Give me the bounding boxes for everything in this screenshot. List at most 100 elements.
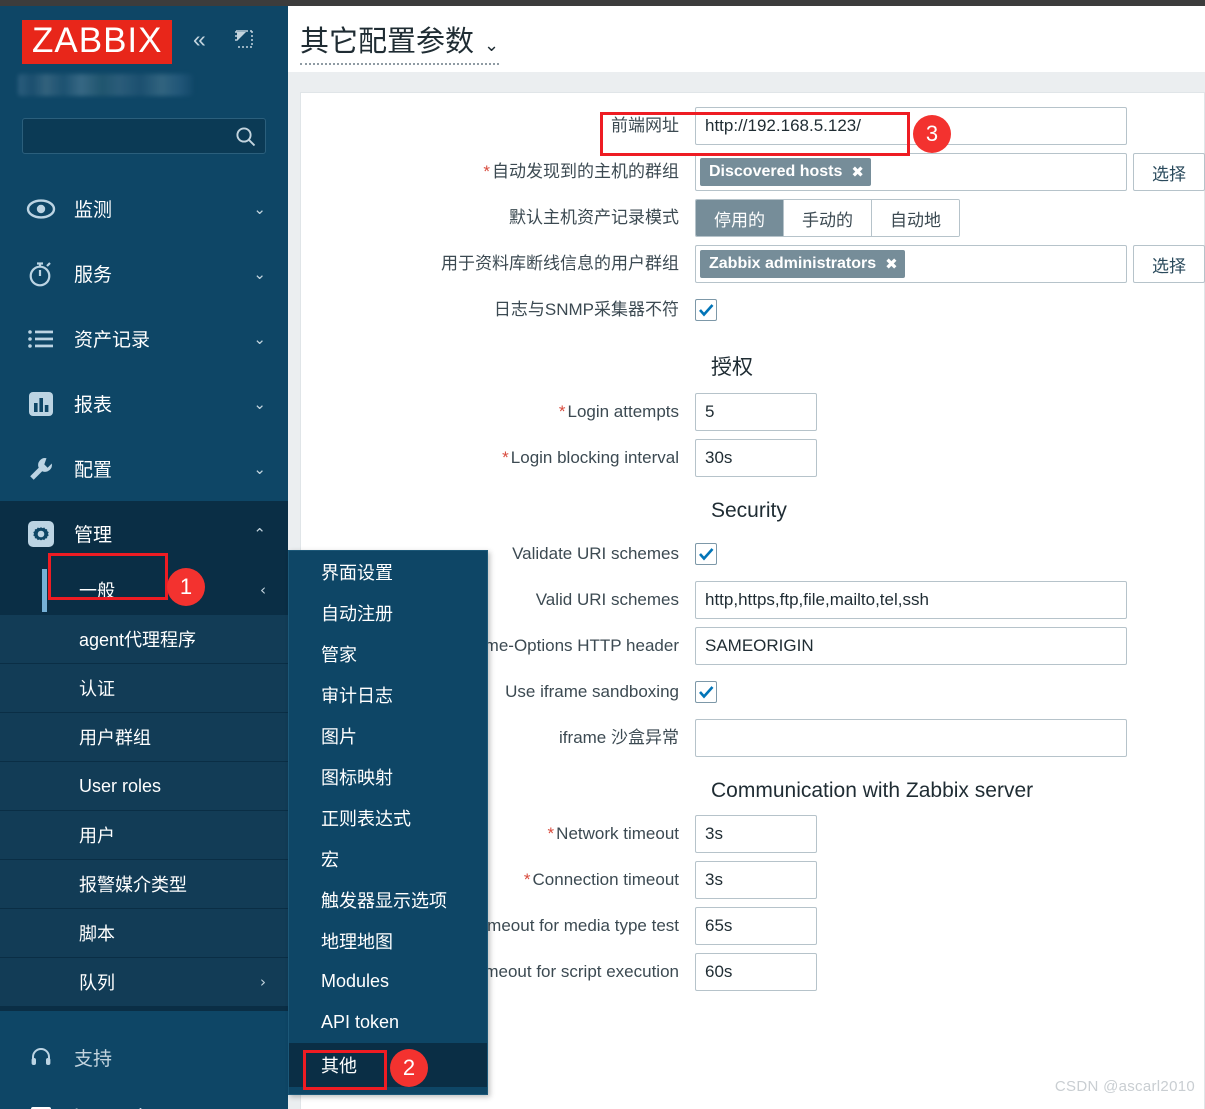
select-discovered-group-button[interactable]: 选择 (1133, 153, 1205, 191)
field-label: *自动发现到的主机的群组 (301, 153, 695, 191)
script-execution-timeout-input[interactable] (695, 953, 817, 991)
required-marker: * (524, 870, 531, 889)
field-label-text: Network timeout (556, 824, 679, 843)
page-title[interactable]: 其它配置参数 ⌄ (300, 18, 499, 65)
valid-uri-schemes-input[interactable] (695, 581, 1127, 619)
sidebar-item-configuration[interactable]: 配置 ⌄ (0, 436, 288, 501)
chevron-right-icon: › (260, 973, 266, 991)
flyout-item-other[interactable]: 其他 (289, 1043, 487, 1087)
sidebar-item-monitoring[interactable]: 监测 ⌄ (0, 176, 288, 241)
inventory-mode-option-automatic[interactable]: 自动地 (872, 200, 959, 236)
sidebar-item-label: 管理 (74, 520, 253, 547)
section-heading-security: Security (711, 499, 1205, 523)
required-marker: * (559, 402, 566, 421)
snmp-mismatch-checkbox[interactable] (695, 299, 717, 321)
sidebar-item-label: 报表 (74, 390, 253, 417)
form-row-db-down-group: 用于资料库断线信息的用户群组 Zabbix administrators ✖ 选… (301, 245, 1205, 283)
field-label: 日志与SNMP采集器不符 (301, 291, 695, 329)
network-timeout-input[interactable] (695, 815, 817, 853)
flyout-item-modules[interactable]: Modules (289, 961, 487, 1002)
inventory-mode-option-disabled[interactable]: 停用的 (696, 200, 784, 236)
annotation-badge-3: 3 (913, 115, 951, 153)
sidebar-item-label: 服务 (74, 260, 253, 287)
inventory-mode-option-manual[interactable]: 手动的 (784, 200, 872, 236)
required-marker: * (483, 162, 490, 181)
login-blocking-interval-input[interactable] (695, 439, 817, 477)
sidebar-item-scripts[interactable]: 脚本 (0, 909, 288, 958)
use-iframe-sandboxing-checkbox[interactable] (695, 681, 717, 703)
flyout-item-icon-mapping[interactable]: 图标映射 (289, 756, 487, 797)
sidebar-subitem-label: agent代理程序 (79, 626, 196, 652)
headset-icon (24, 1040, 58, 1074)
sidebar-item-queue[interactable]: 队列 › (0, 958, 288, 1007)
flyout-item-gui[interactable]: 界面设置 (289, 551, 487, 592)
sidebar-subitem-label: 一般 (79, 577, 115, 603)
discovered-group-multiselect[interactable]: Discovered hosts ✖ (695, 153, 1127, 191)
flyout-item-macros[interactable]: 宏 (289, 838, 487, 879)
sidebar-item-media-types[interactable]: 报警媒介类型 (0, 860, 288, 909)
flyout-item-images[interactable]: 图片 (289, 715, 487, 756)
sidebar-item-services[interactable]: 服务 ⌄ (0, 241, 288, 306)
required-marker: * (502, 448, 509, 467)
sidebar-item-user-roles[interactable]: User roles (0, 762, 288, 811)
xframe-options-header-input[interactable] (695, 627, 1127, 665)
flyout-item-housekeeping[interactable]: 管家 (289, 633, 487, 674)
db-down-group-multiselect[interactable]: Zabbix administrators ✖ (695, 245, 1127, 283)
sidebar-item-users[interactable]: 用户 (0, 811, 288, 860)
sidebar-item-user-groups[interactable]: 用户群组 (0, 713, 288, 762)
sidebar-item-label: 支持 (74, 1044, 288, 1071)
sidebar-subitem-label: User roles (79, 776, 161, 797)
eye-icon (24, 192, 58, 226)
flyout-item-trigger-displaying-options[interactable]: 触发器显示选项 (289, 879, 487, 920)
flyout-item-api-tokens[interactable]: API token (289, 1002, 487, 1043)
chevron-left-icon: ‹ (260, 581, 266, 599)
sidebar-item-support[interactable]: 支持 (0, 1027, 288, 1087)
iframe-sandbox-exceptions-input[interactable] (695, 719, 1127, 757)
validate-uri-schemes-checkbox[interactable] (695, 543, 717, 565)
flyout-item-audit-log[interactable]: 审计日志 (289, 674, 487, 715)
sidebar-header: ZABBIX « (0, 6, 288, 78)
field-label-text: Login blocking interval (511, 448, 679, 467)
sidebar-item-inventory[interactable]: 资产记录 ⌄ (0, 306, 288, 371)
compact-view-icon[interactable] (233, 28, 255, 50)
chevron-down-icon[interactable]: ⌄ (484, 35, 499, 56)
connection-timeout-input[interactable] (695, 861, 817, 899)
field-label: 用于资料库断线信息的用户群组 (301, 245, 695, 283)
flyout-item-geographical-maps[interactable]: 地理地图 (289, 920, 487, 961)
flyout-item-regular-expressions[interactable]: 正则表达式 (289, 797, 487, 838)
login-attempts-input[interactable] (695, 393, 817, 431)
active-indicator (42, 569, 47, 612)
chip-label: Zabbix administrators (709, 255, 876, 273)
stopwatch-icon (24, 257, 58, 291)
sidebar-admin-submenu: 一般 ‹ agent代理程序 认证 用户群组 User roles 用户 (0, 566, 288, 1011)
section-heading-communication: Communication with Zabbix server (711, 779, 1205, 803)
field-label: 默认主机资产记录模式 (301, 199, 695, 237)
select-db-down-group-button[interactable]: 选择 (1133, 245, 1205, 283)
chip-label: Discovered hosts (709, 163, 842, 181)
chevron-down-icon: ⌄ (253, 330, 266, 348)
close-icon[interactable]: ✖ (885, 255, 898, 273)
search-input[interactable] (23, 119, 233, 153)
selected-chip: Zabbix administrators ✖ (700, 250, 905, 278)
list-icon (24, 322, 58, 356)
collapse-sidebar-icon[interactable]: « (193, 28, 202, 51)
sidebar-item-administration[interactable]: 管理 ⌃ (0, 501, 288, 566)
frontend-url-input[interactable] (695, 107, 1127, 145)
media-type-test-timeout-input[interactable] (695, 907, 817, 945)
close-icon[interactable]: ✖ (851, 163, 864, 181)
sidebar-item-proxies[interactable]: agent代理程序 (0, 615, 288, 664)
zabbix-logo[interactable]: ZABBIX (22, 20, 172, 64)
sidebar-item-integrations[interactable]: Z Integrations (0, 1087, 288, 1109)
sidebar-item-authentication[interactable]: 认证 (0, 664, 288, 713)
sidebar-item-general[interactable]: 一般 ‹ (0, 566, 288, 615)
page-title-text: 其它配置参数 (300, 26, 474, 58)
sidebar-subitem-label: 脚本 (79, 920, 115, 946)
sidebar-item-reports[interactable]: 报表 ⌄ (0, 371, 288, 436)
bar-chart-icon (24, 387, 58, 421)
flyout-item-autoregistration[interactable]: 自动注册 (289, 592, 487, 633)
field-label: 前端网址 (301, 107, 695, 145)
sidebar-item-label: 监测 (74, 195, 253, 222)
watermark: CSDN @ascarl2010 (1055, 1078, 1195, 1095)
search-box[interactable] (22, 118, 266, 154)
field-label: *Login blocking interval (301, 439, 695, 477)
